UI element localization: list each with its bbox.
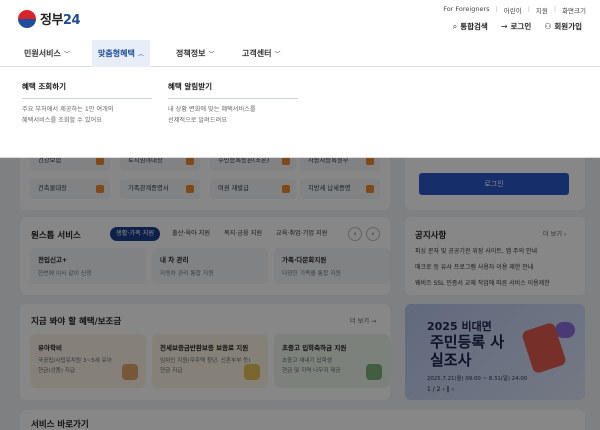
benefits-dropdown: 혜택 조회하기 주요 부처에서 제공하는 1만 여개의 혜택서비스를 조회할 수 …: [0, 67, 600, 158]
signup-button[interactable]: ⚇ 회원가입: [544, 21, 582, 32]
taegeuk-icon: [18, 9, 36, 28]
login-button[interactable]: → 로그인: [501, 21, 531, 32]
nav-civil-service[interactable]: 민원서비스 ﹀: [18, 40, 76, 67]
nav-customer-center[interactable]: 고객센터 ﹀: [236, 40, 286, 67]
logo-text: 정부: [40, 13, 63, 28]
dropdown-desc: 주요 부처에서 제공하는 1만 여개의 혜택서비스를 조회할 수 있어요: [22, 106, 114, 124]
dropdown-benefit-alert[interactable]: 혜택 알림받기 내 상황 변화에 맞는 혜택서비스를 선제적으로 알려드려요: [168, 81, 298, 126]
dropdown-desc: 내 상황 변화에 맞는 혜택서비스를 선제적으로 알려드려요: [168, 106, 256, 124]
site-header: 정부24 For Foreigners | 어린이 | 지원 | 화면크기 ⌕ 통…: [0, 0, 600, 40]
login-icon: →: [500, 22, 508, 31]
search-button[interactable]: ⌕ 통합검색: [453, 21, 488, 32]
dropdown-title: 혜택 조회하기: [22, 81, 152, 99]
nav-policy-info[interactable]: 정책정보 ﹀: [170, 40, 220, 67]
logo-number: 24: [62, 13, 81, 28]
signup-icon: ⚇: [544, 22, 552, 31]
nav-custom-benefits[interactable]: 맞춤형혜택 ︿: [92, 40, 150, 67]
header-actions: ⌕ 통합검색 → 로그인 ⚇ 회원가입: [453, 21, 582, 32]
utility-link-screen-size[interactable]: 화면크기: [562, 5, 586, 15]
dropdown-title: 혜택 알림받기: [168, 81, 298, 99]
dropdown-benefit-search[interactable]: 혜택 조회하기 주요 부처에서 제공하는 1만 여개의 혜택서비스를 조회할 수 …: [22, 81, 152, 126]
utility-links: For Foreigners | 어린이 | 지원 | 화면크기: [443, 5, 586, 15]
utility-link-support[interactable]: 지원: [536, 5, 548, 15]
chevron-down-icon: ﹀: [274, 51, 281, 58]
search-icon: ⌕: [452, 21, 458, 31]
chevron-up-icon: ︿: [137, 51, 144, 58]
chevron-down-icon: ﹀: [208, 51, 215, 58]
site-logo[interactable]: 정부24: [18, 9, 81, 28]
for-foreigners-link[interactable]: For Foreigners: [443, 5, 489, 15]
utility-link-kids[interactable]: 어린이: [504, 5, 522, 15]
main-nav: 민원서비스 ﹀ 맞춤형혜택 ︿ 정책정보 ﹀ 고객센터 ﹀: [0, 40, 600, 67]
chevron-down-icon: ﹀: [63, 51, 70, 58]
